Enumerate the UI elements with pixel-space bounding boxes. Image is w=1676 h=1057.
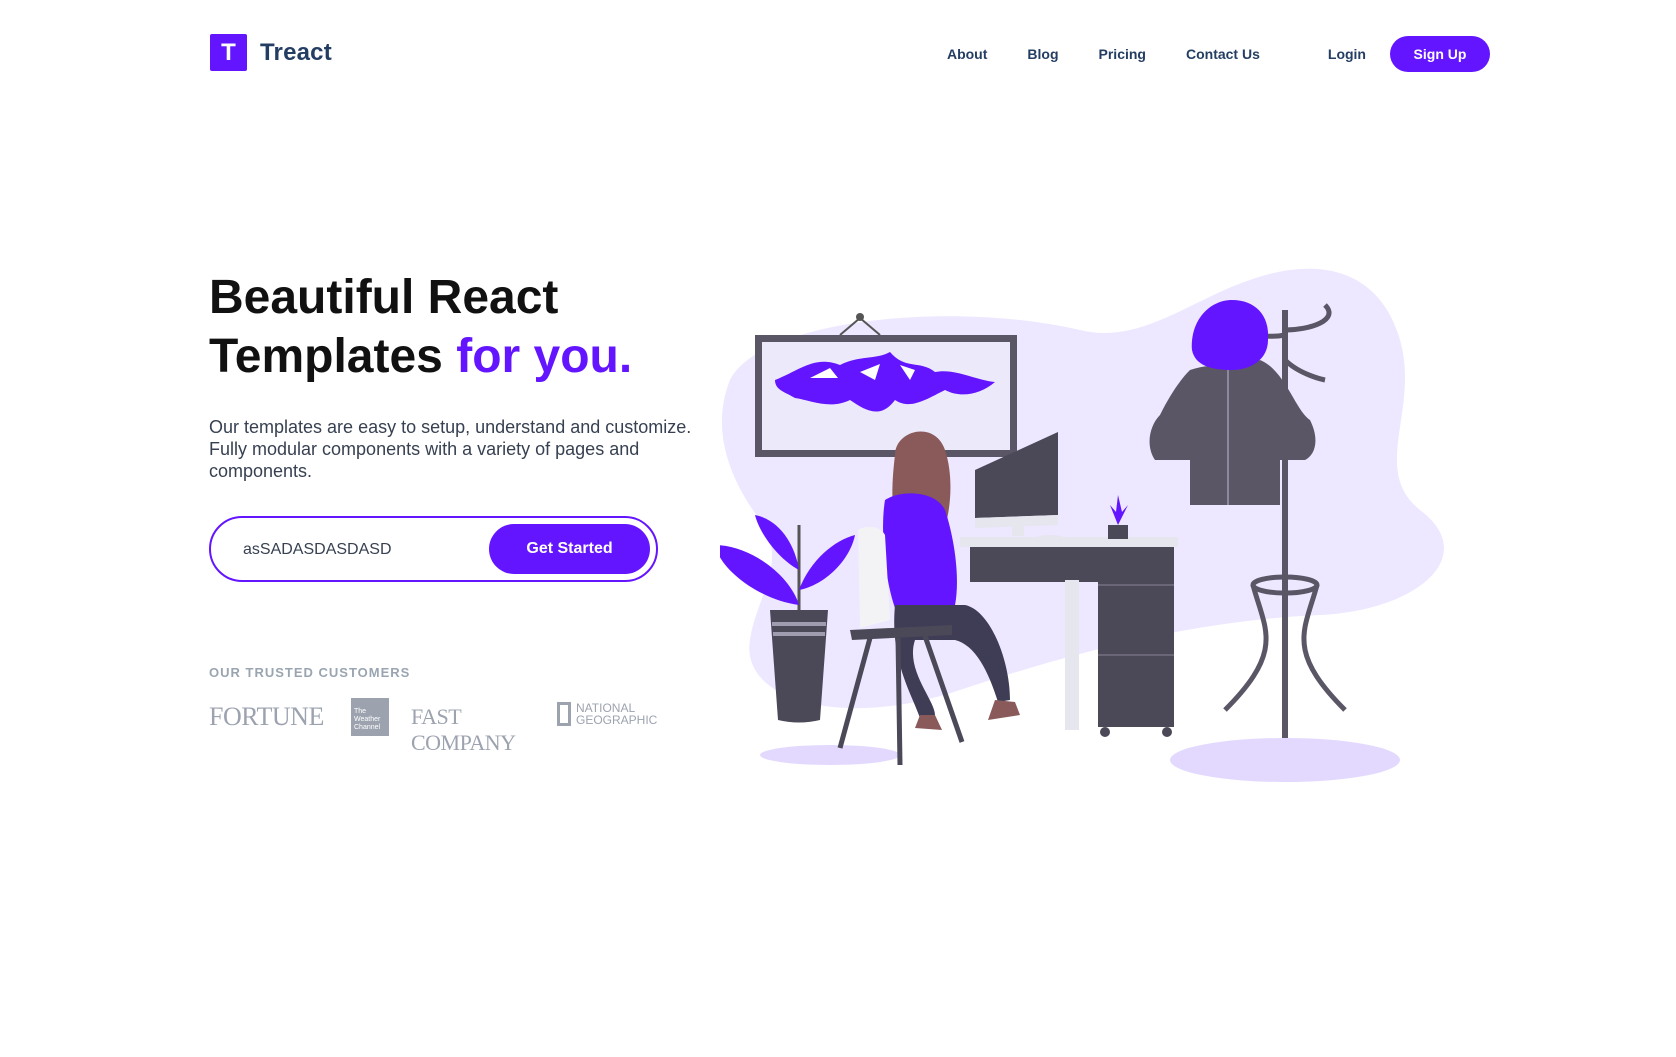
headline-line1: Beautiful React	[209, 271, 559, 324]
natgeo-frame-icon	[557, 702, 571, 726]
hero-headline: Beautiful React Templates for you.	[209, 268, 632, 386]
nav-link-pricing[interactable]: Pricing	[1099, 46, 1146, 62]
brand-logo[interactable]: T Treact	[210, 34, 332, 71]
trusted-customers-label: OUR TRUSTED CUSTOMERS	[209, 665, 411, 680]
brand-name: Treact	[260, 38, 332, 66]
email-input[interactable]	[241, 532, 485, 568]
hero-description: Our templates are easy to setup, underst…	[209, 417, 692, 481]
headline-accent: for you.	[456, 330, 633, 383]
signup-button[interactable]: Sign Up	[1390, 36, 1490, 72]
hero-illustration	[720, 268, 1444, 782]
main-nav: About Blog Pricing Contact Us Login Sign…	[947, 36, 1490, 72]
nav-link-blog[interactable]: Blog	[1027, 46, 1058, 62]
weather-channel-logo: The Weather Channel	[351, 698, 389, 736]
natgeo-line2: GEOGRAPHIC	[576, 713, 658, 727]
background-blob	[721, 268, 1444, 709]
logo-mark: T	[210, 34, 247, 71]
fast-company-logo: FAST COMPANY	[411, 704, 516, 755]
get-started-button[interactable]: Get Started	[489, 524, 650, 574]
login-link[interactable]: Login	[1328, 46, 1366, 62]
fortune-logo: FORTUNE	[209, 702, 324, 731]
nav-link-contact[interactable]: Contact Us	[1186, 46, 1260, 62]
email-form: Get Started	[209, 516, 658, 582]
nav-link-about[interactable]: About	[947, 46, 987, 62]
header: T Treact About Blog Pricing Contact Us L…	[210, 34, 1490, 74]
national-geographic-logo: NATIONAL GEOGRAPHIC	[557, 702, 657, 726]
headline-line2: Templates	[209, 330, 443, 383]
landing-page: T Treact About Blog Pricing Contact Us L…	[0, 0, 1676, 1057]
